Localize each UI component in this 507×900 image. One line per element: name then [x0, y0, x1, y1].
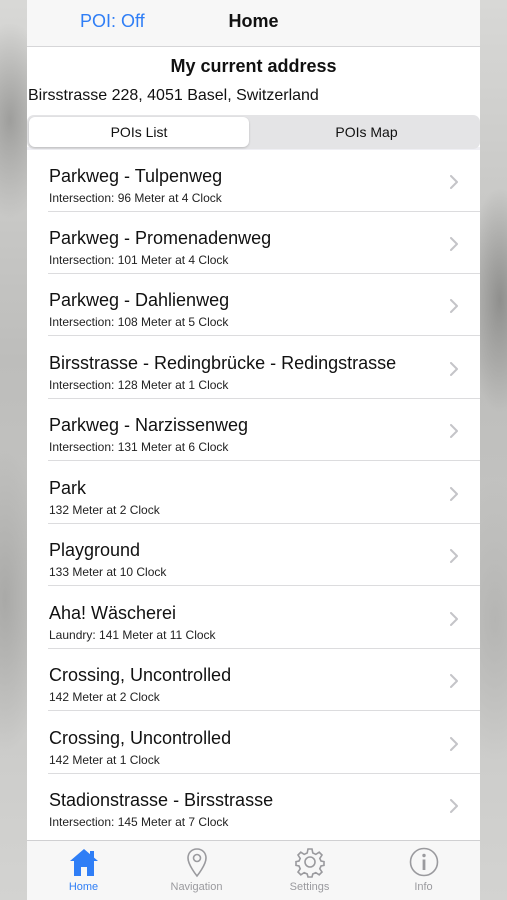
poi-detail: Intersection: 108 Meter at 5 Clock [49, 315, 229, 329]
poi-detail: Intersection: 128 Meter at 1 Clock [49, 378, 229, 392]
page-title: Home [228, 11, 279, 31]
poi-list-item[interactable]: Parkweg - Promenadenweg Intersection: 10… [27, 212, 480, 274]
chevron-right-icon [450, 799, 458, 813]
address-value: Birsstrasse 228, 4051 Basel, Switzerland [28, 87, 319, 104]
poi-title: Parkweg - Dahlienweg [49, 290, 230, 310]
poi-title: Crossing, Uncontrolled [49, 728, 232, 748]
poi-list-item[interactable]: Parkweg - Dahlienweg Intersection: 108 M… [27, 274, 480, 336]
poi-detail: 133 Meter at 10 Clock [49, 565, 167, 579]
poi-list-item[interactable]: Stadionstrasse - Birsstrasse Intersectio… [27, 774, 480, 836]
chevron-right-icon [450, 674, 458, 688]
poi-title: Parkweg - Narzissenweg [49, 415, 249, 435]
navigation-bar: POI: Off Home [27, 0, 480, 47]
tab-info-label: Info [414, 881, 433, 893]
chevron-right-icon [450, 737, 458, 751]
location-pin-icon [187, 848, 207, 878]
poi-title: Park [49, 478, 87, 498]
poi-title: Stadionstrasse - Birsstrasse [49, 790, 274, 810]
tab-info[interactable]: Info [367, 841, 480, 900]
poi-detail: Intersection: 131 Meter at 6 Clock [49, 440, 229, 454]
poi-detail: Intersection: 96 Meter at 4 Clock [49, 191, 222, 205]
house-icon [70, 849, 98, 876]
poi-title: Playground [49, 540, 141, 560]
poi-detail: Intersection: 145 Meter at 7 Clock [49, 815, 229, 829]
poi-list-item[interactable]: Playground 133 Meter at 10 Clock [27, 524, 480, 586]
tab-home[interactable]: Home [27, 841, 140, 900]
poi-list-item[interactable]: Park 132 Meter at 2 Clock [27, 462, 480, 524]
poi-list-item[interactable]: Aha! Wäscherei Laundry: 141 Meter at 11 … [27, 587, 480, 649]
poi-detail: Laundry: 141 Meter at 11 Clock [49, 628, 216, 642]
poi-title: Crossing, Uncontrolled [49, 665, 232, 685]
row-divider [48, 710, 480, 711]
poi-detail: 142 Meter at 2 Clock [49, 690, 160, 704]
address-heading: My current address [170, 56, 337, 76]
gear-icon [295, 848, 325, 878]
poi-detail: Intersection: 101 Meter at 4 Clock [49, 253, 229, 267]
chevron-right-icon [450, 424, 458, 438]
poi-list-item[interactable]: Birsstrasse - Redingbrücke - Redingstras… [27, 337, 480, 399]
row-divider [48, 460, 480, 461]
poi-list-item[interactable]: Parkweg - Narzissenweg Intersection: 131… [27, 399, 480, 461]
chevron-right-icon [450, 549, 458, 563]
view-segmented-control: POIs List POIs Map [27, 115, 480, 149]
poi-title: Parkweg - Tulpenweg [49, 166, 223, 186]
row-divider [48, 585, 480, 586]
current-address-section: My current address Birsstrasse 228, 4051… [27, 47, 480, 149]
chevron-right-icon [450, 299, 458, 313]
chevron-right-icon [450, 237, 458, 251]
poi-title: Parkweg - Promenadenweg [49, 228, 272, 248]
poi-detail: 132 Meter at 2 Clock [49, 503, 160, 517]
chevron-right-icon [450, 362, 458, 376]
chevron-right-icon [450, 175, 458, 189]
segment-pois-map[interactable]: POIs Map [253, 117, 480, 147]
poi-detail: 142 Meter at 1 Clock [49, 753, 160, 767]
chevron-right-icon [450, 612, 458, 626]
poi-title: Birsstrasse - Redingbrücke - Redingstras… [49, 353, 397, 373]
segment-pois-list[interactable]: POIs List [29, 117, 249, 147]
tab-home-label: Home [68, 881, 99, 893]
poi-list-item[interactable]: Crossing, Uncontrolled 142 Meter at 2 Cl… [27, 649, 480, 711]
row-divider [48, 335, 480, 336]
chevron-right-icon [450, 487, 458, 501]
tab-settings-label: Settings [289, 881, 330, 893]
tab-navigation[interactable]: Navigation [140, 841, 253, 900]
poi-list-item[interactable]: Parkweg - Tulpenweg Intersection: 96 Met… [27, 150, 480, 212]
poi-title: Aha! Wäscherei [49, 603, 177, 623]
info-icon [409, 847, 439, 877]
tab-settings[interactable]: Settings [253, 841, 366, 900]
poi-list: Parkweg - Tulpenweg Intersection: 96 Met… [27, 150, 480, 840]
tab-bar: Home Navigation Settings Info [27, 840, 480, 900]
app-window: POI: Off Home My current address Birsstr… [27, 0, 480, 900]
tab-navigation-label: Navigation [170, 881, 223, 893]
poi-list-item[interactable]: Crossing, Uncontrolled 142 Meter at 1 Cl… [27, 712, 480, 774]
